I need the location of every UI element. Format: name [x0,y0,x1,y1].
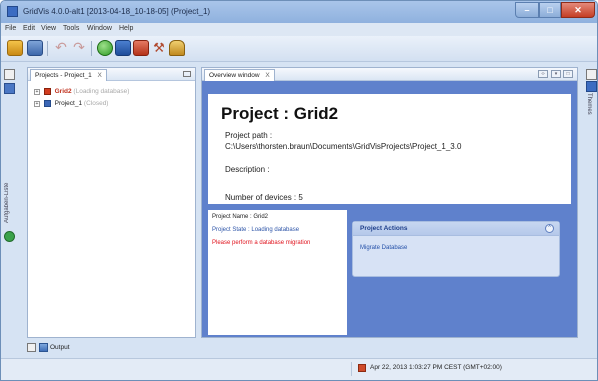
tab-overview-label: Overview window [209,72,260,79]
output-icon [39,343,48,352]
page-title: Project : Grid2 [221,104,339,123]
pin-icon[interactable] [4,69,15,80]
right-side-strip: Themes [585,67,597,127]
migration-warning: Please perform a database migration [212,240,311,246]
tree-item-grid2[interactable]: + Grid2 (Loading database) [34,88,129,98]
scroll-left-icon[interactable]: ‹› [538,70,548,78]
output-bar: Output [23,341,103,355]
minimize-button[interactable]: – [515,2,539,18]
project-name: Grid2 [54,88,72,95]
maximize-panel-icon[interactable]: □ [563,70,573,78]
tab-overview[interactable]: Overview window X [204,69,275,81]
pin-icon[interactable] [586,69,597,80]
toolbar: ↶ ↷ ⚒ [1,36,597,62]
menu-tools[interactable]: Tools [63,25,79,32]
undo-icon[interactable]: ↶ [53,40,69,56]
project-actions-title: Project Actions [360,225,408,232]
menu-file[interactable]: File [5,25,16,32]
projects-icon[interactable] [4,83,15,94]
toolbar-separator [47,41,48,56]
app-logo-icon [7,6,18,17]
save-icon[interactable] [133,40,149,56]
tab-close-icon[interactable]: X [98,72,102,79]
pin-icon[interactable] [27,343,36,352]
description-label: Description : [225,165,270,174]
open-project-icon[interactable] [27,40,43,56]
status-bar: Apr 22, 2013 1:03:27 PM CEST (GMT+02:00) [1,358,597,380]
status-green-icon[interactable] [4,231,15,242]
expand-icon[interactable]: + [34,88,40,95]
redo-icon[interactable]: ↷ [71,40,87,56]
project-state-info: Project State : Loading database [212,227,300,233]
tab-list-icon[interactable]: ▾ [551,70,561,78]
notification-icon[interactable] [358,364,366,372]
project-status: (Closed) [83,100,109,107]
maximize-button[interactable]: □ [539,2,561,18]
overview-body: Project : Grid2 Project path : C:\Users\… [202,81,577,337]
project-name: Project_1 [54,100,83,107]
projects-tab-row: Projects - Project_1 X [28,68,195,81]
tab-projects-label: Projects - Project_1 [35,72,92,79]
project-name-info: Project Name : Grid2 [212,214,269,220]
menu-bar: File Edit View Tools Window Help [1,23,597,36]
project-icon [43,100,51,107]
project-actions-box: Project Actions ^ Migrate Database [352,221,560,277]
tab-projects[interactable]: Projects - Project_1 X [30,69,107,81]
menu-window[interactable]: Window [87,25,112,32]
task-list-label[interactable]: Aufgaben-Liste [4,153,15,223]
tab-close-icon[interactable]: X [265,72,269,79]
tree-item-project1[interactable]: + Project_1 (Closed) [34,100,108,110]
palette-icon[interactable] [586,81,597,92]
project-icon [43,88,51,95]
device-icon[interactable] [115,40,131,56]
status-timestamp-cell: Apr 22, 2013 1:03:27 PM CEST (GMT+02:00) [351,362,581,376]
close-button[interactable]: ✕ [561,2,595,18]
users-icon[interactable] [169,40,185,56]
new-project-icon[interactable] [7,40,23,56]
project-actions-header[interactable]: Project Actions ^ [353,222,559,236]
left-side-strip: Aufgaben-Liste [3,67,17,337]
project-path-label: Project path : [225,131,273,140]
tools-icon[interactable]: ⚒ [151,40,167,56]
menu-edit[interactable]: Edit [23,25,35,32]
menu-help[interactable]: Help [119,25,133,32]
themes-label[interactable]: Themes [586,93,592,115]
application-window: GridVis 4.0.0-alt1 [2013-04-18_10-18-05]… [0,0,598,381]
project-header: Project : Grid2 Project path : C:\Users\… [208,94,571,204]
output-label[interactable]: Output [50,344,70,351]
menu-view[interactable]: View [41,25,56,32]
expand-icon[interactable]: + [34,100,40,107]
project-info-box: Project Name : Grid2 Project State : Loa… [208,210,347,335]
project-status: (Loading database) [73,88,130,95]
migrate-database-link[interactable]: Migrate Database [360,245,407,251]
refresh-icon[interactable] [97,40,113,56]
collapse-icon[interactable]: ^ [545,224,554,233]
devices-count: Number of devices : 5 [225,193,303,202]
window-title: GridVis 4.0.0-alt1 [2013-04-18_10-18-05]… [23,7,211,16]
project-path-value: C:\Users\thorsten.braun\Documents\GridVi… [225,142,462,151]
minimize-panel-icon[interactable] [183,71,191,77]
status-timestamp: Apr 22, 2013 1:03:27 PM CEST (GMT+02:00) [370,364,502,371]
overview-panel: Overview window X ‹› ▾ □ Project : Grid2… [201,67,578,338]
title-bar[interactable]: GridVis 4.0.0-alt1 [2013-04-18_10-18-05]… [1,1,597,23]
toolbar-separator [91,41,92,56]
overview-tab-row: Overview window X ‹› ▾ □ [202,68,577,81]
projects-panel: Projects - Project_1 X + Grid2 (Loading … [27,67,196,338]
